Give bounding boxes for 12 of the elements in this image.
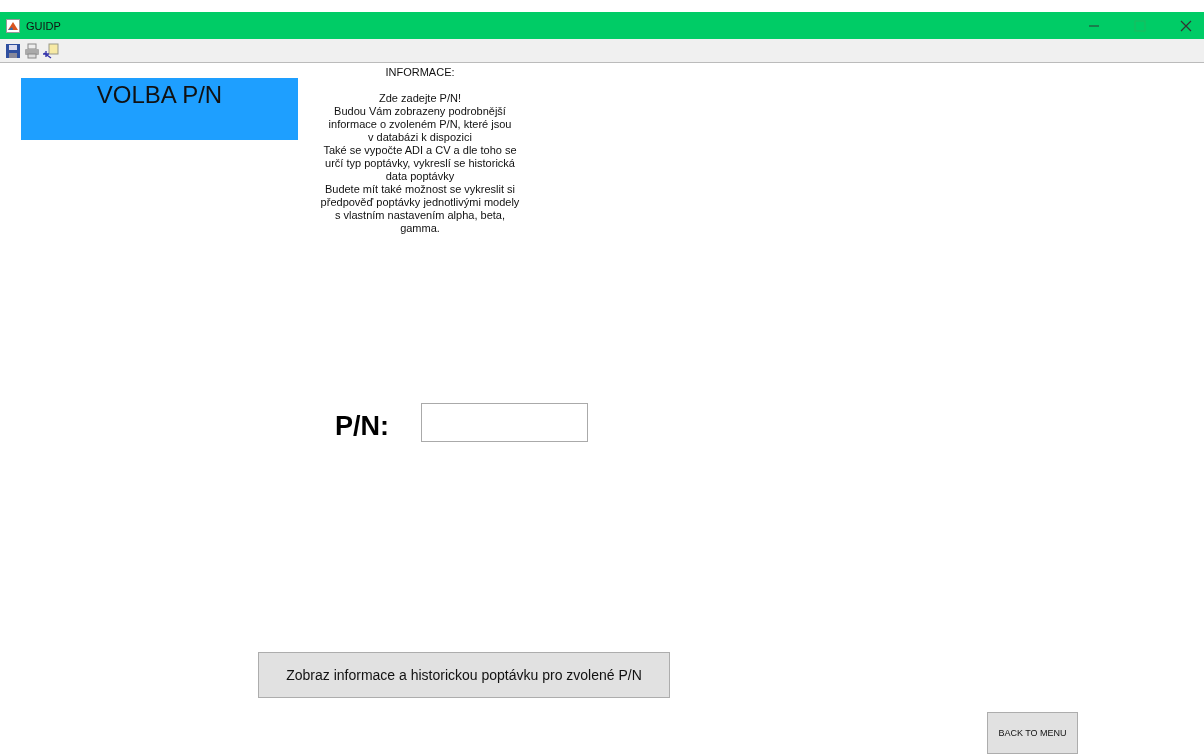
window-title: GUIDP [26, 19, 61, 32]
show-info-button[interactable]: Zobraz informace a historickou poptávku pro zvolené P/N [258, 652, 670, 698]
info-text: Zde zadejte P/N! Budou Vám zobrazeny podrobnější informace o zvoleném P/N, které jsou v databázi k dispozici Také se vypočte ADI a CV a dle toho se určí typ poptávky, vykreslí se historická data poptávky Budete mít také možnost se vykreslit si předpověď poptávky jednotlivými modely s vlastním nastavením alpha, beta, gamma. [319, 92, 521, 235]
pn-label: P/N: [335, 411, 389, 442]
save-icon[interactable] [5, 42, 21, 59]
pn-input-field[interactable] [421, 403, 588, 442]
app-icon [6, 18, 20, 33]
edit-plot-icon[interactable] [43, 42, 59, 59]
back-to-menu-button[interactable]: BACK TO MENU [987, 712, 1078, 754]
close-icon[interactable] [1180, 19, 1192, 32]
info-heading: INFORMACE: [384, 66, 456, 78]
header-label: VOLBA P/N [96, 81, 223, 109]
